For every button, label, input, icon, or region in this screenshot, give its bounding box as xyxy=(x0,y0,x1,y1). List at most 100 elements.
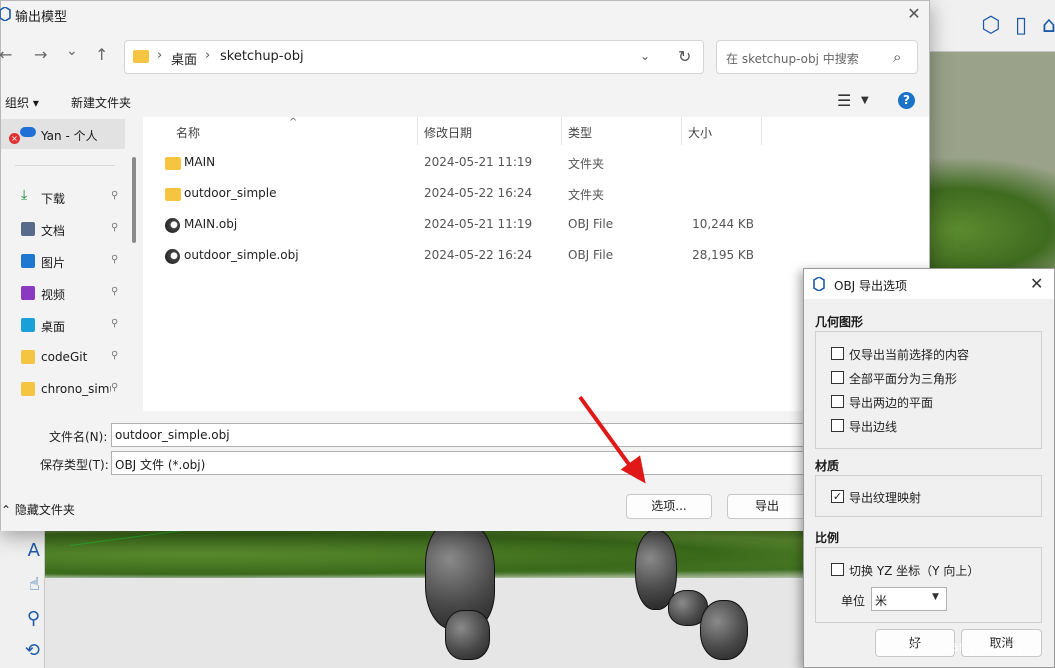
obj-export-options-dialog: OBJ 导出选项 ✕ 几何图形 仅导出当前选择的内容 全部平面分为三角形 导出两… xyxy=(803,268,1055,668)
file-name: outdoor_simple xyxy=(184,186,277,200)
sort-ascending-icon: ^ xyxy=(289,117,298,128)
onedrive-cloud-icon xyxy=(20,127,36,137)
obj-file-icon xyxy=(165,218,180,233)
file-size: 10,244 KB xyxy=(692,217,754,231)
sidebar-item-videos[interactable]: 视频 ⚲ xyxy=(1,278,125,308)
breadcrumb-sketchup-obj[interactable]: sketchup-obj xyxy=(220,49,304,64)
sidebar-item-downloads[interactable]: ⤓ 下载 ⚲ xyxy=(1,182,125,212)
file-date: 2024-05-21 11:19 xyxy=(424,217,533,231)
column-divider[interactable] xyxy=(761,117,762,145)
search-icon[interactable]: ⌕ xyxy=(893,48,901,66)
filename-label: 文件名(N): xyxy=(49,430,108,444)
new-folder-button[interactable]: 新建文件夹 xyxy=(71,94,131,111)
save-form: 文件名(N): outdoor_simple.obj 保存类型(T): OBJ … xyxy=(1,411,929,531)
swap-yz-checkbox[interactable] xyxy=(831,563,844,576)
sidebar-item-label: 桌面 xyxy=(41,320,66,334)
breadcrumb-desktop[interactable]: 桌面 xyxy=(171,49,197,68)
checkbox-label: 切换 YZ 坐标（Y 向上） xyxy=(849,564,980,578)
export-selection-checkbox[interactable] xyxy=(831,347,844,360)
text-tool-icon[interactable]: A xyxy=(4,536,40,564)
sidebar-item-documents[interactable]: 文档 ⚲ xyxy=(1,214,125,244)
organize-button[interactable]: 组织 ▾ xyxy=(5,94,39,111)
sketchup-toolbar: ⬡ ▯ ⌂ xyxy=(930,0,1055,52)
file-row[interactable]: MAIN 2024-05-21 11:19 文件夹 xyxy=(143,148,929,179)
column-header-type[interactable]: 类型 xyxy=(568,124,592,141)
file-type: 文件夹 xyxy=(568,188,605,202)
sidebar-item-label: 图片 xyxy=(41,256,66,270)
unit-select[interactable]: 米 ▼ xyxy=(871,587,947,611)
export-button[interactable]: 导出 xyxy=(727,494,807,519)
triangulate-checkbox[interactable] xyxy=(831,371,844,384)
scale-group xyxy=(815,547,1042,623)
file-name: outdoor_simple.obj xyxy=(184,248,299,262)
sidebar-item-label: 下载 xyxy=(41,192,66,206)
pictures-icon xyxy=(21,254,35,268)
column-divider[interactable] xyxy=(561,117,562,145)
house-view-icon[interactable]: ⌂ xyxy=(1036,10,1055,40)
dialog-title-bar: OBJ 导出选项 ✕ xyxy=(804,269,1054,299)
dialog-title: OBJ 导出选项 xyxy=(834,279,908,293)
sketchup-tool-palette: A ☝ ⚲ ⟲ xyxy=(0,530,45,668)
sidebar-item-codegit[interactable]: codeGit ⚲ xyxy=(1,342,125,372)
dialog-title: 输出模型 xyxy=(15,10,68,25)
column-header-name[interactable]: 名称 xyxy=(176,124,200,141)
orbit-tool-icon[interactable]: ⟲ xyxy=(4,636,40,664)
search-input[interactable]: 在 sketchup-obj 中搜索 ⌕ xyxy=(716,40,918,74)
address-bar[interactable]: › 桌面 › sketchup-obj ⌄ ↻ xyxy=(124,40,704,74)
column-divider[interactable] xyxy=(681,117,682,145)
download-icon: ⤓ xyxy=(21,187,28,203)
file-row[interactable]: outdoor_simple 2024-05-22 16:24 文件夹 xyxy=(143,179,929,210)
scrollbar-thumb[interactable] xyxy=(132,157,136,243)
sidebar-item-chrono-simu[interactable]: chrono_simu ⚲ xyxy=(1,374,125,404)
sidebar-item-label: codeGit xyxy=(41,350,88,364)
zoom-tool-icon[interactable]: ⚲ xyxy=(4,604,40,632)
recent-locations-icon[interactable]: ⌄ xyxy=(66,43,78,59)
back-arrow-icon[interactable]: ← xyxy=(0,45,12,64)
obj-file-icon xyxy=(165,249,180,264)
export-texture-maps-checkbox[interactable]: ✓ xyxy=(831,490,844,503)
filename-field[interactable]: outdoor_simple.obj xyxy=(111,423,811,447)
folder-icon xyxy=(165,157,181,170)
checkbox-label: 导出纹理映射 xyxy=(849,491,922,505)
column-header-date[interactable]: 修改日期 xyxy=(424,124,472,141)
close-icon[interactable]: ✕ xyxy=(1030,274,1043,293)
front-view-icon[interactable]: ▯ xyxy=(1008,10,1034,40)
file-size: 28,195 KB xyxy=(692,248,754,262)
pin-icon: ⚲ xyxy=(111,286,119,297)
up-folder-icon[interactable]: ↑ xyxy=(95,45,108,64)
sidebar-item-onedrive[interactable]: × Yan - 个人 xyxy=(1,119,125,149)
sketchup-app-icon xyxy=(0,7,11,21)
help-icon[interactable]: ? xyxy=(898,92,915,109)
sidebar-item-label: Yan - 个人 xyxy=(41,129,98,143)
close-icon[interactable]: ✕ xyxy=(905,5,923,23)
folder-icon xyxy=(165,188,181,201)
export-edges-checkbox[interactable] xyxy=(831,419,844,432)
forward-arrow-icon[interactable]: → xyxy=(34,45,47,64)
file-row[interactable]: MAIN.obj 2024-05-21 11:19 OBJ File 10,24… xyxy=(143,210,929,241)
filetype-select[interactable]: OBJ 文件 (*.obj) xyxy=(111,451,811,475)
folder-icon xyxy=(133,50,149,63)
refresh-icon[interactable]: ↻ xyxy=(678,47,691,66)
pan-tool-icon[interactable]: ☝ xyxy=(4,570,40,598)
cube-view-icon[interactable]: ⬡ xyxy=(978,10,1004,40)
two-sided-faces-checkbox[interactable] xyxy=(831,395,844,408)
file-type: 文件夹 xyxy=(568,157,605,171)
scale-group-label: 比例 xyxy=(815,531,840,545)
material-group-label: 材质 xyxy=(815,459,840,473)
checkbox-label: 导出两边的平面 xyxy=(849,396,934,410)
pin-icon: ⚲ xyxy=(111,382,119,393)
sidebar-item-label: 文档 xyxy=(41,224,66,238)
column-header-size[interactable]: 大小 xyxy=(688,124,712,141)
column-divider[interactable] xyxy=(417,117,418,145)
sidebar-item-label: chrono_simu xyxy=(41,382,111,396)
options-button[interactable]: 选项... xyxy=(626,494,712,519)
sidebar-item-pictures[interactable]: 图片 ⚲ xyxy=(1,246,125,276)
view-dropdown-icon[interactable]: ▼ xyxy=(861,95,869,106)
chevron-down-icon[interactable]: ⌄ xyxy=(640,49,650,63)
file-type: OBJ File xyxy=(568,217,614,231)
checkbox-label: 全部平面分为三角形 xyxy=(849,372,958,386)
sidebar-item-desktop[interactable]: 桌面 ⚲ xyxy=(1,310,125,340)
view-options-icon[interactable]: ☰ xyxy=(837,91,851,110)
hide-folders-toggle[interactable]: ⌃ 隐藏文件夹 xyxy=(1,501,75,518)
error-badge-icon: × xyxy=(9,133,20,144)
